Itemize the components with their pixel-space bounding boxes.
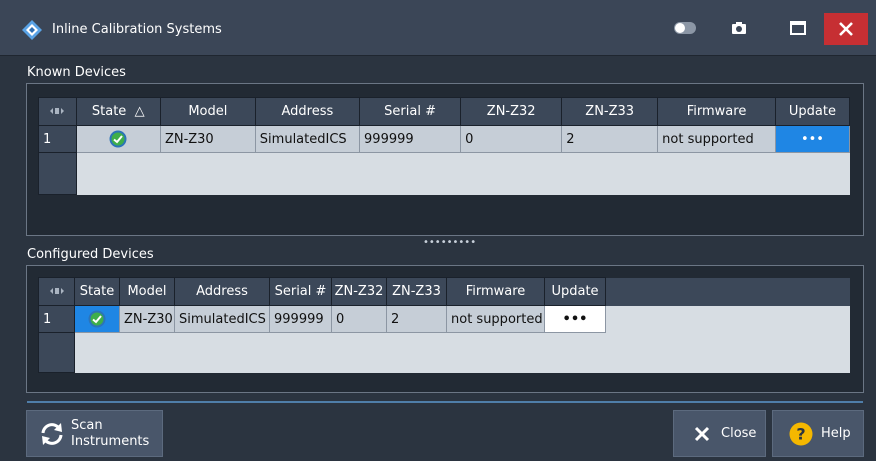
configured-col-update[interactable]: Update	[544, 277, 606, 306]
toggle-icon	[674, 22, 696, 34]
screenshot-button[interactable]	[724, 13, 754, 43]
update-button[interactable]: •••	[544, 305, 606, 333]
footer-divider	[27, 401, 863, 403]
known-devices-label: Known Devices	[27, 65, 126, 80]
configured-col-model[interactable]: Model	[119, 277, 175, 306]
row-number[interactable]: 1	[38, 305, 75, 333]
close-icon	[694, 426, 710, 441]
zn-z32-cell[interactable]: 0	[331, 305, 387, 333]
scan-instruments-button[interactable]: Scan Instruments	[26, 410, 163, 457]
row-header-corner[interactable]	[38, 277, 75, 306]
svg-text:?: ?	[796, 424, 805, 443]
model-cell[interactable]: ZN-Z30	[159, 125, 256, 153]
firmware-cell[interactable]: not supported	[657, 125, 776, 153]
known-col-model[interactable]: Model	[159, 97, 256, 126]
row-header-corner[interactable]	[38, 97, 77, 126]
rs-logo-icon	[22, 20, 42, 40]
sort-ascending-icon: △	[134, 104, 145, 119]
configured-devices-group: State Model Address Serial # ZN-Z32 ZN-Z…	[26, 265, 864, 393]
check-circle-icon	[88, 310, 106, 328]
zn-z33-cell[interactable]: 2	[561, 125, 659, 153]
title-bar: Inline Calibration Systems	[0, 0, 876, 56]
configured-col-zn-z33[interactable]: ZN-Z33	[386, 277, 447, 306]
empty-row	[38, 332, 850, 373]
maximize-icon	[790, 21, 806, 35]
table-row[interactable]: 1 ZN-Z30 SimulatedICS 999999 0 2 not sup…	[38, 305, 850, 333]
state-cell[interactable]	[75, 125, 161, 153]
column-resize-icon	[50, 108, 65, 114]
address-cell[interactable]: SimulatedICS	[254, 125, 361, 153]
row-number[interactable]: 1	[38, 125, 77, 153]
firmware-cell[interactable]: not supported	[446, 305, 545, 333]
maximize-button[interactable]	[783, 13, 813, 43]
close-button[interactable]: Close	[673, 410, 766, 457]
zn-z32-cell[interactable]: 0	[460, 125, 563, 153]
configured-col-serial[interactable]: Serial #	[269, 277, 332, 306]
address-cell[interactable]: SimulatedICS	[174, 305, 270, 333]
state-cell[interactable]	[74, 305, 120, 333]
scan-label-line2: Instruments	[71, 433, 150, 449]
splitter-handle[interactable]: •••••••••	[423, 237, 476, 248]
known-col-state[interactable]: State △	[75, 97, 161, 126]
known-col-firmware[interactable]: Firmware	[657, 97, 776, 126]
known-devices-table[interactable]: State △ Model Address Serial # ZN-Z32 ZN…	[38, 97, 851, 195]
dialog-body: Known Devices State △ Model Address Seri…	[0, 57, 876, 461]
update-button[interactable]: •••	[774, 125, 851, 153]
configured-col-state[interactable]: State	[74, 277, 120, 306]
known-col-zn-z33[interactable]: ZN-Z33	[561, 97, 659, 126]
help-button[interactable]: ? Help	[772, 410, 864, 457]
camera-icon	[732, 22, 746, 34]
configured-col-zn-z32[interactable]: ZN-Z32	[331, 277, 387, 306]
column-resize-icon	[49, 288, 64, 294]
help-label: Help	[821, 426, 851, 441]
known-col-serial[interactable]: Serial #	[359, 97, 462, 126]
window-close-button[interactable]	[824, 13, 868, 45]
serial-cell[interactable]: 999999	[359, 125, 462, 153]
table-row[interactable]: 1 ZN-Z30 SimulatedICS 999999 0 2 not sup…	[38, 125, 851, 153]
known-col-address[interactable]: Address	[254, 97, 361, 126]
close-icon	[839, 22, 853, 36]
model-cell[interactable]: ZN-Z30	[119, 305, 175, 333]
known-devices-group: State △ Model Address Serial # ZN-Z32 ZN…	[26, 83, 864, 236]
configured-devices-table[interactable]: State Model Address Serial # ZN-Z32 ZN-Z…	[38, 277, 850, 373]
header-filler	[605, 277, 850, 306]
scan-label-line1: Scan	[71, 417, 103, 433]
window-title: Inline Calibration Systems	[52, 22, 222, 37]
configured-col-firmware[interactable]: Firmware	[446, 277, 545, 306]
check-circle-icon	[109, 130, 127, 148]
question-icon: ?	[789, 422, 813, 445]
configured-devices-label: Configured Devices	[27, 247, 154, 262]
refresh-icon	[41, 422, 63, 445]
serial-cell[interactable]: 999999	[269, 305, 332, 333]
zn-z33-cell[interactable]: 2	[386, 305, 447, 333]
close-label: Close	[721, 426, 757, 441]
toggle-button[interactable]	[670, 13, 700, 43]
known-col-zn-z32[interactable]: ZN-Z32	[460, 97, 563, 126]
configured-col-address[interactable]: Address	[174, 277, 270, 306]
known-col-update[interactable]: Update	[774, 97, 851, 126]
empty-row	[38, 152, 850, 195]
